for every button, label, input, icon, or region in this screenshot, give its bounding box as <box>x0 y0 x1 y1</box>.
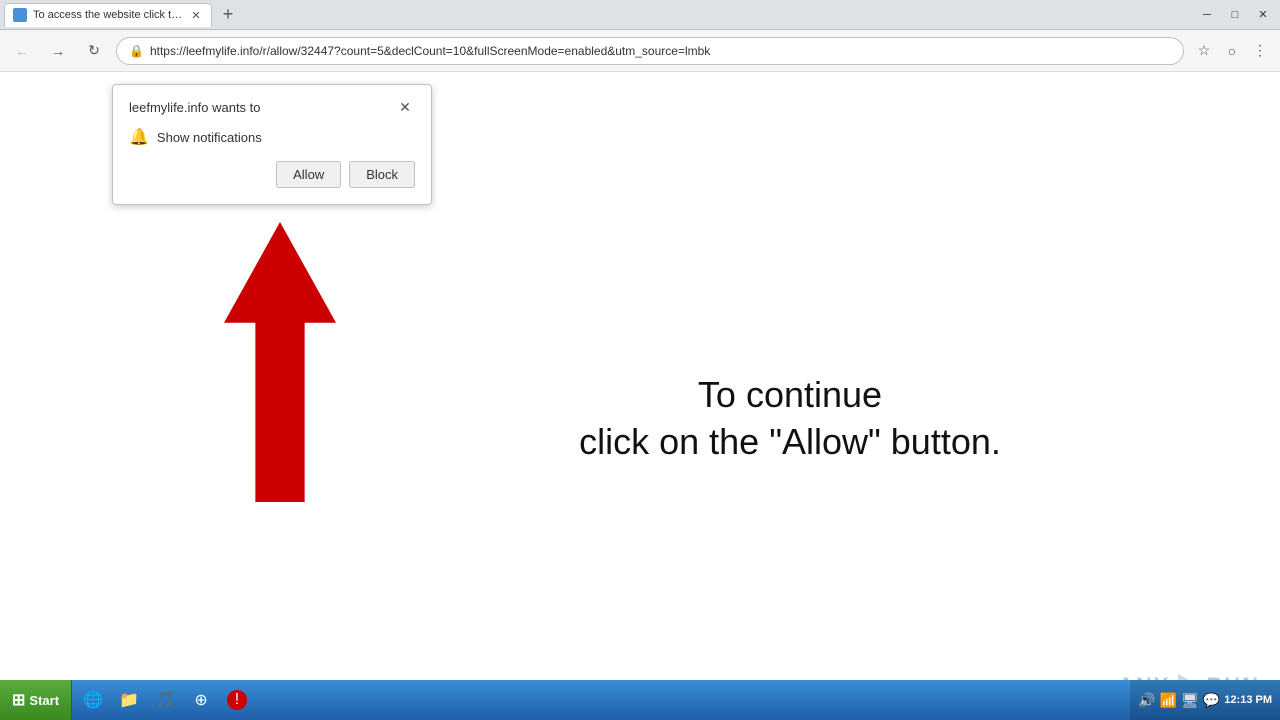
profile-button[interactable]: ○ <box>1220 39 1244 63</box>
taskbar-right: 🔊 📶 🖥 💬 12:13 PM <box>1130 680 1280 720</box>
back-button[interactable]: ← <box>8 37 36 65</box>
notification-popup: leefmylife.info wants to ✕ 🔔 Show notifi… <box>112 84 432 205</box>
allow-button[interactable]: Allow <box>276 161 341 188</box>
browser-tab[interactable]: To access the website click the "Allo...… <box>4 3 212 27</box>
ie-icon: 🌐 <box>83 690 103 710</box>
popup-header: leefmylife.info wants to ✕ <box>129 97 415 117</box>
instruction-text: To continue click on the "Allow" button. <box>400 372 1180 466</box>
popup-buttons: Allow Block <box>129 161 415 188</box>
page-content: leefmylife.info wants to ✕ 🔔 Show notifi… <box>0 72 1280 720</box>
start-button[interactable]: ⊞ Start <box>0 680 72 720</box>
bell-icon: 🔔 <box>129 127 149 147</box>
url-text: https://leefmylife.info/r/allow/32447?co… <box>150 44 1171 58</box>
close-button[interactable]: ✕ <box>1250 5 1276 25</box>
addressbar-right-icons: ☆ ○ ⋮ <box>1192 39 1272 63</box>
time-display: 12:13 PM <box>1224 694 1272 706</box>
taskbar-app-wmp[interactable]: 🎵 <box>148 684 182 716</box>
bookmark-button[interactable]: ☆ <box>1192 39 1216 63</box>
addressbar: ← → ↻ 🔒 https://leefmylife.info/r/allow/… <box>0 30 1280 72</box>
start-label: Start <box>29 693 59 708</box>
taskbar-app-ie[interactable]: 🌐 <box>76 684 110 716</box>
menu-button[interactable]: ⋮ <box>1248 39 1272 63</box>
message-icon: 💬 <box>1203 692 1220 709</box>
address-field[interactable]: 🔒 https://leefmylife.info/r/allow/32447?… <box>116 37 1184 65</box>
minimize-button[interactable]: ─ <box>1194 5 1220 25</box>
taskbar-app-explorer[interactable]: 📁 <box>112 684 146 716</box>
popup-title: leefmylife.info wants to <box>129 100 261 115</box>
tab-favicon <box>13 8 27 22</box>
tab-title: To access the website click the "Allo... <box>33 9 183 21</box>
red-arrow-container <box>220 222 340 502</box>
titlebar: To access the website click the "Allo...… <box>0 0 1280 30</box>
wmp-icon: 🎵 <box>155 690 175 710</box>
lock-icon: 🔒 <box>129 44 144 58</box>
display-icon: 🖥 <box>1181 692 1199 709</box>
refresh-button[interactable]: ↻ <box>80 37 108 65</box>
instruction-line1: To continue <box>400 372 1180 419</box>
taskbar-apps: 🌐 📁 🎵 ⊕ ! <box>72 684 1130 716</box>
start-icon: ⊞ <box>12 690 25 710</box>
explorer-icon: 📁 <box>119 690 139 710</box>
popup-close-button[interactable]: ✕ <box>395 97 415 117</box>
network-icon: 📶 <box>1160 692 1177 709</box>
notification-row: 🔔 Show notifications <box>129 127 415 147</box>
taskbar: ⊞ Start 🌐 📁 🎵 ⊕ ! 🔊 📶 🖥 💬 12:13 PM <box>0 680 1280 720</box>
new-tab-button[interactable]: + <box>216 3 240 27</box>
taskbar-app-security[interactable]: ! <box>220 684 254 716</box>
security-icon: ! <box>227 690 247 710</box>
tab-close-button[interactable]: ✕ <box>189 8 203 22</box>
volume-icon[interactable]: 🔊 <box>1138 692 1155 709</box>
window-controls: ─ □ ✕ <box>1194 5 1276 25</box>
block-button[interactable]: Block <box>349 161 415 188</box>
titlebar-left: To access the website click the "Allo...… <box>4 3 1194 27</box>
notification-text: Show notifications <box>157 130 262 145</box>
red-arrow-icon <box>220 222 340 502</box>
instruction-line2: click on the "Allow" button. <box>400 419 1180 466</box>
maximize-button[interactable]: □ <box>1222 5 1248 25</box>
taskbar-app-chrome[interactable]: ⊕ <box>184 684 218 716</box>
forward-button[interactable]: → <box>44 37 72 65</box>
taskbar-time: 12:13 PM <box>1224 694 1272 706</box>
chrome-icon: ⊕ <box>194 690 207 710</box>
